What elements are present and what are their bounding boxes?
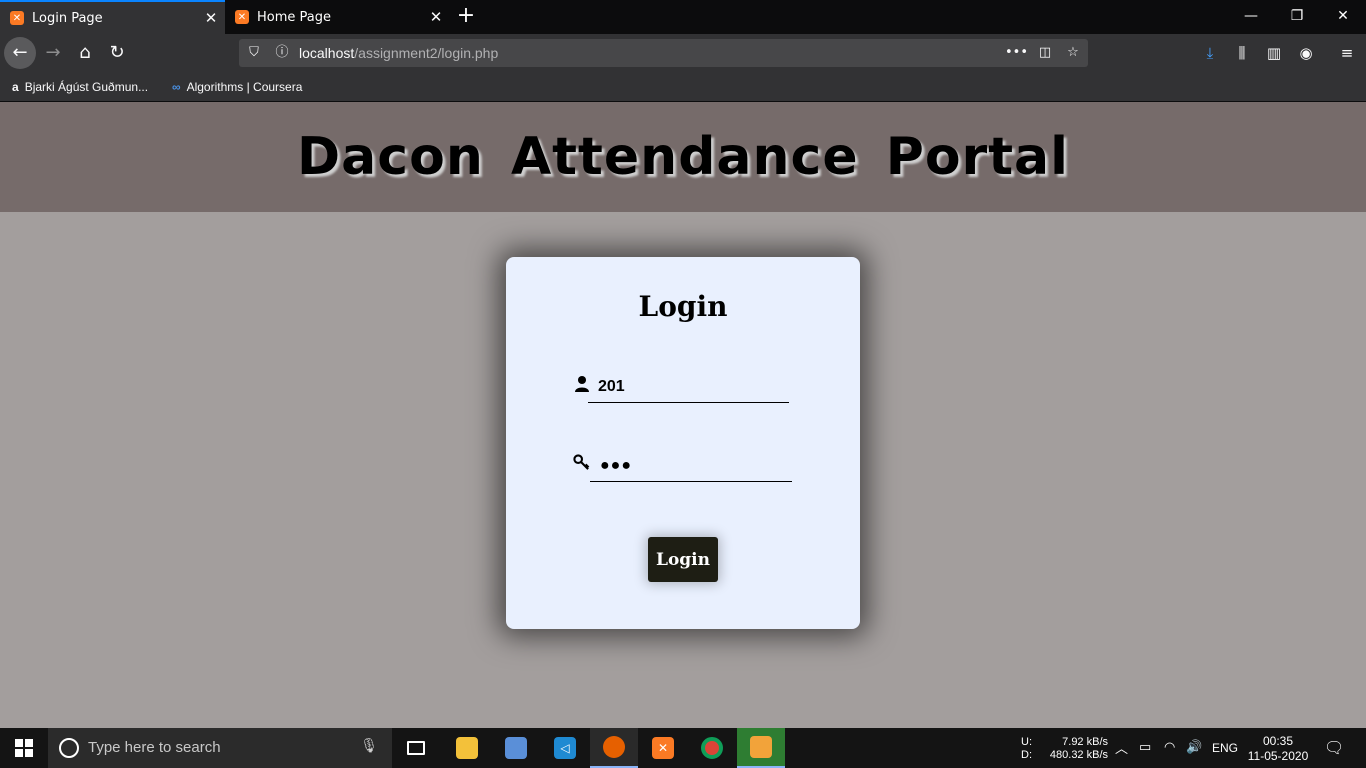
bookmarks-bar: a Bjarki Ágúst Guðmun... ∞ Algorithms | …	[0, 72, 1366, 102]
xampp-icon[interactable]: ✕	[639, 728, 687, 768]
page-header: Dacon Attendance Portal	[0, 102, 1366, 212]
clock-time: 00:35	[1262, 734, 1294, 748]
xampp-favicon-icon: ✕	[10, 11, 24, 25]
laptop-app-icon[interactable]	[492, 728, 540, 768]
net-up-label: U:	[1021, 736, 1032, 748]
microphone-icon[interactable]: 🎙	[360, 738, 378, 754]
menu-icon[interactable]: ≡	[1336, 43, 1358, 63]
page-title: Dacon Attendance Portal	[297, 127, 1069, 187]
page-actions-icon[interactable]: •••	[1005, 43, 1028, 63]
tab-bar: ✕ Login Page ✕ ✕ Home Page ✕ + — ❐ ✕	[0, 0, 1366, 34]
bookmark-label: Algorithms | Coursera	[186, 80, 303, 94]
close-window-icon[interactable]: ✕	[1320, 0, 1366, 34]
firefox-icon[interactable]	[590, 728, 638, 768]
pocket-icon[interactable]: ◫	[1034, 43, 1056, 63]
tab-login-page[interactable]: ✕ Login Page ✕	[0, 0, 225, 34]
tab-label: Home Page	[257, 9, 331, 25]
windows-logo-icon	[15, 739, 33, 757]
login-button[interactable]: Login	[648, 537, 718, 582]
amazon-a-icon: a	[12, 80, 19, 94]
task-view-icon[interactable]	[392, 728, 440, 768]
tab-home-page[interactable]: ✕ Home Page ✕	[225, 0, 450, 34]
downloads-icon[interactable]: ⤓	[1199, 43, 1221, 63]
home-icon[interactable]: ⌂	[69, 37, 101, 69]
net-down-label: D:	[1021, 749, 1032, 761]
forward-icon[interactable]: →	[37, 37, 69, 69]
uc-browser-icon[interactable]	[737, 728, 785, 768]
notification-center-icon[interactable]: 🗨	[1324, 738, 1344, 768]
chrome-icon[interactable]	[688, 728, 736, 768]
show-hidden-icons-icon[interactable]: ︿	[1115, 738, 1128, 768]
net-upload-speed: 7.92 kB/s	[1062, 736, 1108, 748]
close-tab-icon[interactable]: ✕	[422, 8, 450, 26]
coursera-icon: ∞	[172, 80, 181, 94]
file-explorer-icon[interactable]	[443, 728, 491, 768]
new-tab-icon[interactable]: +	[452, 4, 480, 30]
battery-icon[interactable]: ▭	[1139, 739, 1151, 768]
taskbar: Type here to search 🎙 ◁ ✕ U: D: 7.92 kB/…	[0, 728, 1366, 768]
login-card: Login Login	[506, 257, 860, 629]
password-input[interactable]	[590, 450, 792, 482]
taskbar-search[interactable]: Type here to search 🎙	[48, 728, 392, 768]
volume-icon[interactable]: 🔊	[1186, 739, 1202, 768]
start-button[interactable]	[0, 728, 48, 768]
net-speed-meter: 7.92 kB/s 480.32 kB/s	[1040, 736, 1108, 768]
minimize-icon[interactable]: —	[1228, 0, 1274, 34]
net-labels: U: D:	[1021, 736, 1032, 768]
cortana-icon	[59, 738, 79, 758]
close-tab-icon[interactable]: ✕	[197, 9, 225, 27]
language-indicator[interactable]: ENG	[1212, 741, 1238, 768]
tab-label: Login Page	[32, 10, 103, 26]
bookmark-label: Bjarki Ágúst Guðmun...	[24, 80, 149, 94]
restore-icon[interactable]: ❐	[1274, 0, 1320, 34]
shield-icon[interactable]: ⛉	[243, 43, 265, 63]
library-icon[interactable]: ⫼	[1231, 43, 1253, 63]
navigation-bar: ← → ⌂ ↻ ⛉ ⓘ localhost/assignment2/login.…	[0, 34, 1366, 72]
clock[interactable]: 00:35 11-05-2020	[1247, 734, 1309, 768]
bookmark-item[interactable]: a Bjarki Ágúst Guðmun...	[12, 80, 148, 94]
bookmark-star-icon[interactable]: ☆	[1062, 43, 1084, 63]
xampp-favicon-icon: ✕	[235, 10, 249, 24]
account-icon[interactable]: ◉	[1295, 43, 1317, 63]
sidebar-icon[interactable]: ▥	[1263, 43, 1285, 63]
info-icon[interactable]: ⓘ	[271, 43, 293, 63]
clock-date: 11-05-2020	[1247, 749, 1309, 763]
reload-icon[interactable]: ↻	[101, 37, 133, 69]
vscode-icon[interactable]: ◁	[541, 728, 589, 768]
search-placeholder: Type here to search	[88, 739, 221, 756]
wifi-icon[interactable]: ◠	[1164, 739, 1175, 768]
url-text[interactable]: localhost/assignment2/login.php	[299, 45, 498, 61]
url-bar[interactable]: ⛉ ⓘ localhost/assignment2/login.php ••• …	[239, 39, 1088, 67]
back-icon[interactable]: ←	[4, 37, 36, 69]
username-input[interactable]	[588, 371, 789, 403]
net-download-speed: 480.32 kB/s	[1049, 749, 1108, 761]
bookmark-item[interactable]: ∞ Algorithms | Coursera	[172, 80, 302, 94]
key-icon	[573, 454, 590, 470]
login-title: Login	[638, 290, 728, 323]
